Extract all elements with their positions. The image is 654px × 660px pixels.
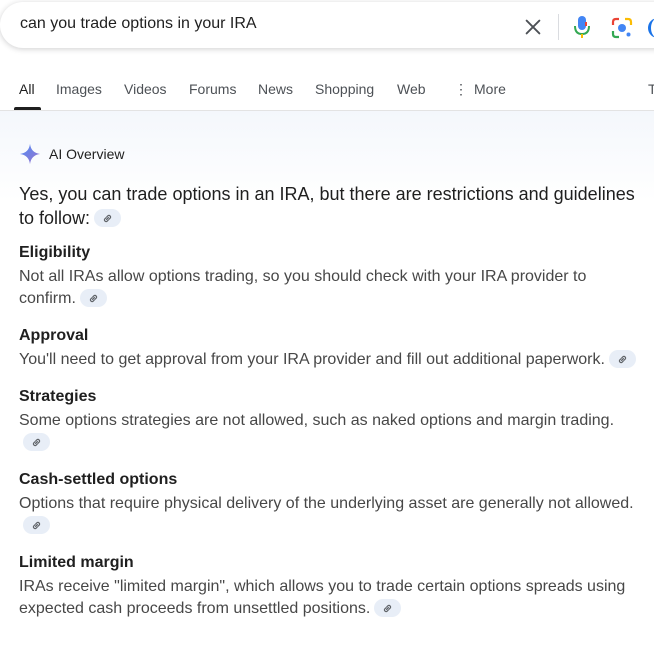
ai-overview-content: Yes, you can trade options in an IRA, bu… [19,182,644,635]
source-link-chip[interactable] [374,598,402,617]
tab-web[interactable]: Web [397,81,426,97]
ai-overview-title: AI Overview [49,146,125,162]
overview-section: Strategies Some options strategies are n… [19,386,644,454]
tab-all[interactable]: All [19,81,35,97]
tab-more[interactable]: ⋮ More [454,81,506,98]
link-icon [384,604,392,612]
section-title: Eligibility [19,244,91,261]
section-body-text: IRAs receive "limited margin", which all… [19,578,626,617]
close-icon[interactable] [522,16,544,38]
source-link-chip[interactable] [23,432,50,451]
search-button-edge[interactable] [648,18,654,38]
overview-section: Eligibility Not all IRAs allow options t… [19,242,644,310]
source-link-chip[interactable] [608,349,636,368]
section-body-text: Some options strategies are not allowed,… [19,412,615,429]
tab-tools[interactable]: T [648,81,654,97]
search-bar [0,2,654,48]
tab-news[interactable]: News [258,81,293,97]
sparkle-icon [19,143,41,165]
ai-overview-lead: Yes, you can trade options in an IRA, bu… [19,182,644,230]
section-body-text: Options that require physical delivery o… [19,495,634,512]
tab-shopping[interactable]: Shopping [315,81,374,97]
tab-images[interactable]: Images [56,81,102,97]
tab-forums[interactable]: Forums [189,81,236,97]
microphone-icon[interactable] [572,14,592,40]
tab-videos[interactable]: Videos [124,81,167,97]
section-body: Options that require physical delivery o… [19,493,644,537]
source-link-chip[interactable] [94,209,122,228]
section-body: Some options strategies are not allowed,… [19,410,644,454]
tab-more-label: More [474,81,506,97]
section-title: Limited margin [19,554,134,571]
section-body: Not all IRAs allow options trading, so y… [19,266,644,310]
section-body: You'll need to get approval from your IR… [19,349,644,371]
section-title: Approval [19,327,89,344]
overview-section: Approval You'll need to get approval fro… [19,325,644,371]
link-icon [32,521,41,529]
overview-section: Cash-settled options Options that requir… [19,469,644,537]
link-icon [103,215,112,223]
link-icon [618,355,627,363]
link-icon [32,438,41,446]
link-icon [89,294,98,302]
lens-icon[interactable] [610,16,634,40]
section-title: Cash-settled options [19,471,178,488]
section-body: IRAs receive "limited margin", which all… [19,576,644,620]
section-body-text: You'll need to get approval from your IR… [19,351,605,368]
section-title: Strategies [19,388,97,405]
source-link-chip[interactable] [23,515,50,534]
search-divider [558,14,559,40]
search-tabs: All Images Videos Forums News Shopping W… [0,72,654,110]
search-input[interactable] [20,15,500,33]
overview-section: Limited margin IRAs receive "limited mar… [19,552,644,620]
vertical-dots-icon: ⋮ [454,81,468,97]
source-link-chip[interactable] [79,288,107,307]
